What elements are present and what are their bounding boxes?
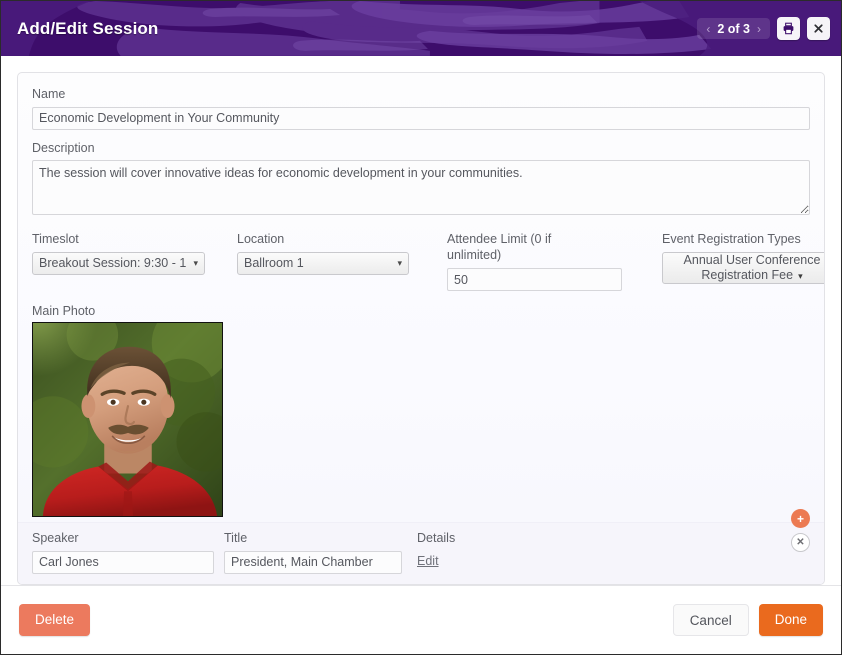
session-settings-row: Timeslot Breakout Session: 9:30 - 1 ▾ Lo… — [32, 232, 824, 292]
main-photo-group: Main Photo — [32, 304, 810, 518]
speaker-title-field-group: Title — [224, 531, 402, 574]
print-button[interactable] — [777, 17, 800, 40]
attendee-limit-label: Attendee Limit (0 if unlimited) — [447, 232, 552, 262]
attendee-limit-input[interactable] — [447, 268, 622, 292]
registration-types-value-line2: Registration Fee — [701, 267, 794, 282]
chevron-down-icon: ▾ — [193, 257, 198, 268]
speaker-input[interactable] — [32, 550, 214, 574]
timeslot-value: Breakout Session: 9:30 - 1 — [39, 256, 187, 271]
location-label: Location — [237, 232, 285, 247]
registration-types-value: Annual User Conference Registration Fee ▾ — [684, 253, 821, 283]
speaker-portrait-image — [33, 323, 222, 517]
speaker-label: Speaker — [32, 531, 79, 545]
dialog-body: Name Description Timeslot Breakout Sessi… — [1, 56, 841, 585]
done-button[interactable]: Done — [758, 604, 823, 636]
name-field-group: Name — [32, 87, 810, 130]
location-field-group: Location Ballroom 1 ▾ — [237, 232, 437, 275]
main-photo-thumbnail[interactable] — [32, 322, 223, 518]
description-textarea[interactable] — [32, 160, 810, 216]
print-icon — [783, 22, 794, 35]
speaker-title-label: Title — [224, 531, 248, 545]
add-edit-session-dialog: Add/Edit Session ‹ 2 of 3 › Name Economi… — [0, 0, 842, 655]
registration-types-field-group: Event Registration Types Annual User Con… — [662, 232, 824, 284]
close-icon: ✕ — [796, 536, 805, 548]
location-select[interactable]: Ballroom 1 ▾ — [237, 251, 409, 275]
timeslot-select[interactable]: Breakout Session: 9:30 - 1 ▾ — [32, 251, 205, 275]
pager-prev-icon[interactable]: ‹ — [706, 23, 710, 35]
pager-label: 2 of 3 — [717, 21, 750, 36]
footer-primary-actions: Cancel Done — [672, 604, 823, 636]
plus-icon: + — [796, 511, 804, 526]
timeslot-field-group: Timeslot Breakout Session: 9:30 - 1 ▾ — [32, 232, 232, 275]
record-pager[interactable]: ‹ 2 of 3 › — [697, 18, 770, 39]
speaker-row-actions: + ✕ — [791, 509, 810, 552]
details-label: Details — [417, 531, 456, 545]
titlebar-controls: ‹ 2 of 3 › — [697, 17, 830, 40]
registration-types-value-line1: Annual User Conference — [683, 252, 821, 267]
location-value: Ballroom 1 — [244, 256, 304, 271]
page-title: Add/Edit Session — [17, 18, 159, 38]
add-speaker-button[interactable]: + — [791, 509, 810, 528]
close-icon — [814, 24, 823, 33]
dialog-footer: Delete Cancel Done — [1, 585, 841, 654]
speaker-field-group: Speaker — [32, 531, 214, 574]
registration-types-label: Event Registration Types — [662, 232, 801, 247]
session-form-card: Name Description Timeslot Breakout Sessi… — [17, 72, 825, 585]
pager-next-icon[interactable]: › — [757, 23, 761, 35]
description-label: Description — [32, 140, 95, 155]
close-button[interactable] — [807, 17, 830, 40]
speaker-row: Speaker Title Details Edit + ✕ — [18, 509, 824, 584]
chevron-down-icon: ▾ — [397, 257, 402, 268]
timeslot-label: Timeslot — [32, 232, 79, 247]
name-input[interactable] — [32, 106, 810, 130]
details-edit-link[interactable]: Edit — [417, 554, 439, 568]
attendee-limit-field-group: Attendee Limit (0 if unlimited) — [447, 232, 637, 292]
details-field-group: Details Edit — [417, 531, 455, 570]
delete-button[interactable]: Delete — [19, 604, 91, 636]
cancel-button[interactable]: Cancel — [672, 604, 749, 636]
registration-types-select[interactable]: Annual User Conference Registration Fee ▾ — [662, 251, 824, 284]
main-photo-label: Main Photo — [32, 304, 96, 319]
remove-speaker-button[interactable]: ✕ — [791, 533, 810, 552]
chevron-down-icon: ▾ — [798, 270, 803, 281]
dialog-titlebar: Add/Edit Session ‹ 2 of 3 › — [1, 1, 841, 56]
name-label: Name — [32, 87, 66, 101]
speaker-title-input[interactable] — [224, 550, 402, 574]
description-field-group: Description — [32, 141, 810, 221]
